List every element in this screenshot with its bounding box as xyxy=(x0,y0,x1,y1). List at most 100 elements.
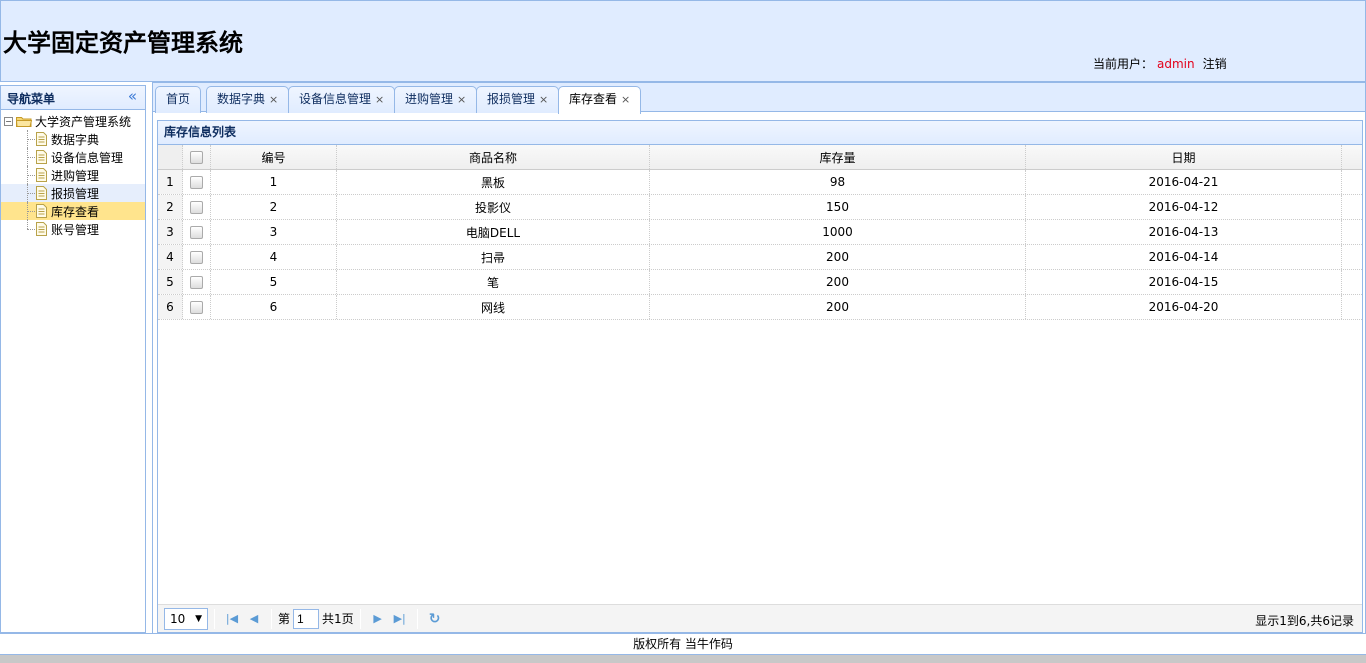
cell-id: 6 xyxy=(211,295,337,319)
refresh-icon[interactable]: ↻ xyxy=(424,609,446,629)
sidebar-title: 导航菜单 xyxy=(7,92,56,106)
cell-date: 2016-04-14 xyxy=(1026,245,1342,269)
pager-separator xyxy=(416,608,418,629)
row-number: 6 xyxy=(158,295,183,319)
sidebar-item-inventory[interactable]: 库存查看 xyxy=(1,202,145,220)
row-filler xyxy=(1342,170,1362,194)
row-checkbox-cell xyxy=(183,245,211,269)
close-icon[interactable]: × xyxy=(621,93,630,106)
row-number: 1 xyxy=(158,170,183,194)
table-row[interactable]: 3 3 电脑DELL 1000 2016-04-13 xyxy=(158,220,1362,245)
row-checkbox[interactable] xyxy=(190,300,203,314)
sidebar-item-purchase[interactable]: 进购管理 xyxy=(1,166,145,184)
next-page-icon[interactable]: ▶ xyxy=(367,609,389,629)
row-number: 2 xyxy=(158,195,183,219)
row-checkbox[interactable] xyxy=(190,175,203,189)
row-filler xyxy=(1342,245,1362,269)
row-checkbox-cell xyxy=(183,195,211,219)
cell-qty: 150 xyxy=(650,195,1026,219)
sidebar-item-equipment[interactable]: 设备信息管理 xyxy=(1,148,145,166)
cell-name: 网线 xyxy=(337,295,650,319)
sidebar-item-dictionary[interactable]: 数据字典 xyxy=(1,130,145,148)
app-header: 大学固定资产管理系统 当前用户： admin 注销 xyxy=(0,0,1366,82)
tab-label: 数据字典 xyxy=(217,92,266,106)
cell-id: 3 xyxy=(211,220,337,244)
cell-name: 投影仪 xyxy=(337,195,650,219)
prev-page-icon[interactable]: ◀ xyxy=(243,609,265,629)
tree-line xyxy=(27,211,35,212)
tab-equipment[interactable]: 设备信息管理 × xyxy=(288,86,396,113)
tab-label: 首页 xyxy=(166,92,191,106)
close-icon[interactable]: × xyxy=(269,93,278,106)
tab-damage[interactable]: 报损管理 × xyxy=(476,86,560,113)
sidebar-item-damage[interactable]: 报损管理 xyxy=(1,184,145,202)
double-chevron-left-icon[interactable]: « xyxy=(128,87,137,105)
logout-link[interactable]: 注销 xyxy=(1203,57,1227,71)
sidebar-item-label: 设备信息管理 xyxy=(51,150,124,165)
last-page-icon[interactable]: ▶| xyxy=(389,609,411,629)
tree-line xyxy=(27,229,35,230)
close-icon[interactable]: × xyxy=(539,93,548,106)
first-page-icon[interactable]: |◀ xyxy=(221,609,243,629)
collapse-toggle-icon[interactable]: − xyxy=(4,116,13,126)
pager-separator xyxy=(359,608,361,629)
row-checkbox[interactable] xyxy=(190,200,203,214)
tab-label: 进购管理 xyxy=(405,92,454,106)
tab-purchase[interactable]: 进购管理 × xyxy=(394,86,478,113)
cell-date: 2016-04-13 xyxy=(1026,220,1342,244)
footer: 版权所有 当牛作码 xyxy=(0,633,1366,655)
user-info: 当前用户： admin 注销 xyxy=(1093,55,1227,72)
sidebar-item-accounts[interactable]: 账号管理 xyxy=(1,220,145,238)
tab-label: 库存查看 xyxy=(569,92,618,106)
cell-date: 2016-04-12 xyxy=(1026,195,1342,219)
pagination-bar: 10 ▼ |◀ ◀ 第 共1页 ▶ ▶| ↻ 显示1到6,共6记录 xyxy=(158,604,1362,632)
inventory-panel: 库存信息列表 编号 商品名称 库存量 日期 1 1 黑板 98 2016-04-21 2 2… xyxy=(157,120,1363,633)
table-row[interactable]: 5 5 笔 200 2016-04-15 xyxy=(158,270,1362,295)
row-number-header xyxy=(158,145,183,169)
table-row[interactable]: 2 2 投影仪 150 2016-04-12 xyxy=(158,195,1362,220)
cell-id: 5 xyxy=(211,270,337,294)
row-checkbox[interactable] xyxy=(190,275,203,289)
select-all-checkbox[interactable] xyxy=(190,150,203,164)
column-header-qty[interactable]: 库存量 xyxy=(650,145,1026,169)
nav-sidebar: 导航菜单 « − 大学资产管理系统 数据字典 设备信息管理 进购管理 报损管理 … xyxy=(0,85,146,633)
tabs-bar: 首页 数据字典 × 设备信息管理 × 进购管理 × 报损管理 × 库存查看 × xyxy=(153,82,1365,114)
page-size-select[interactable]: 10 ▼ xyxy=(164,607,208,630)
cell-qty: 1000 xyxy=(650,220,1026,244)
row-checkbox-cell xyxy=(183,270,211,294)
current-user-label: 当前用户： xyxy=(1093,57,1154,71)
table-row[interactable]: 6 6 网线 200 2016-04-20 xyxy=(158,295,1362,320)
pager-info: 显示1到6,共6记录 xyxy=(1255,614,1354,628)
tab-home[interactable]: 首页 xyxy=(155,86,202,113)
table-row[interactable]: 4 4 扫帚 200 2016-04-14 xyxy=(158,245,1362,270)
column-header-name[interactable]: 商品名称 xyxy=(337,145,650,169)
table-row[interactable]: 1 1 黑板 98 2016-04-21 xyxy=(158,170,1362,195)
close-icon[interactable]: × xyxy=(457,93,466,106)
row-checkbox[interactable] xyxy=(190,250,203,264)
column-header-id[interactable]: 编号 xyxy=(211,145,337,169)
column-header-date[interactable]: 日期 xyxy=(1026,145,1342,169)
row-checkbox-cell xyxy=(183,170,211,194)
cell-qty: 98 xyxy=(650,170,1026,194)
row-number: 5 xyxy=(158,270,183,294)
cell-date: 2016-04-20 xyxy=(1026,295,1342,319)
tab-inventory[interactable]: 库存查看 × xyxy=(558,86,642,114)
file-icon xyxy=(36,204,47,218)
sidebar-item-label: 账号管理 xyxy=(51,222,100,237)
row-checkbox[interactable] xyxy=(190,225,203,239)
dropdown-arrow-icon: ▼ xyxy=(195,613,202,624)
app-title: 大学固定资产管理系统 xyxy=(3,29,243,57)
close-icon[interactable]: × xyxy=(375,93,384,106)
file-icon xyxy=(36,222,47,236)
sidebar-item-label: 数据字典 xyxy=(51,132,100,147)
row-number: 4 xyxy=(158,245,183,269)
row-filler xyxy=(1342,195,1362,219)
row-filler xyxy=(1342,220,1362,244)
tree-root[interactable]: − 大学资产管理系统 xyxy=(1,112,145,130)
username-link[interactable]: admin xyxy=(1157,57,1195,71)
cell-date: 2016-04-15 xyxy=(1026,270,1342,294)
page-number-input[interactable] xyxy=(293,608,320,629)
panel-title: 库存信息列表 xyxy=(158,121,1362,145)
tab-dictionary[interactable]: 数据字典 × xyxy=(206,86,290,113)
grid-header-row: 编号 商品名称 库存量 日期 xyxy=(158,145,1362,170)
